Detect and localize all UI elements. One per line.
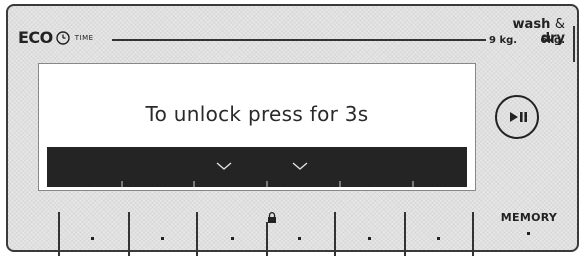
time-label: TIME bbox=[74, 33, 94, 42]
start-pause-button[interactable] bbox=[495, 95, 539, 139]
header-divider bbox=[112, 39, 486, 41]
option-button-1[interactable] bbox=[60, 212, 128, 256]
wash-label: wash bbox=[512, 17, 551, 32]
dry-capacity: 6kg. bbox=[540, 35, 565, 46]
header-edge-tick bbox=[573, 26, 575, 62]
memory-label: MEMORY bbox=[500, 211, 558, 224]
option-separator bbox=[472, 212, 474, 256]
option-dot bbox=[231, 237, 234, 240]
capacity-row: 9 kg. 6kg. bbox=[489, 35, 565, 46]
option-button-3[interactable] bbox=[198, 212, 266, 256]
ampersand: & bbox=[554, 17, 565, 32]
option-dot bbox=[368, 237, 371, 240]
unlock-message: To unlock press for 3s bbox=[145, 102, 369, 126]
clock-icon bbox=[56, 30, 70, 45]
wash-capacity: 9 kg. bbox=[489, 35, 518, 46]
option-dot bbox=[437, 237, 440, 240]
lock-icon bbox=[268, 212, 276, 223]
memory-button[interactable] bbox=[494, 224, 564, 256]
lcd-display: To unlock press for 3s bbox=[38, 63, 476, 191]
program-dial-strip[interactable] bbox=[47, 147, 467, 187]
option-button-6[interactable] bbox=[406, 212, 472, 256]
option-dot bbox=[161, 237, 164, 240]
option-button-4[interactable] bbox=[268, 212, 334, 256]
play-pause-icon bbox=[510, 112, 527, 122]
chevron-down-icon bbox=[292, 162, 308, 170]
option-button-2[interactable] bbox=[130, 212, 196, 256]
option-dot bbox=[298, 237, 301, 240]
appliance-control-panel: ECO TIME wash & dry 9 kg. 6kg. To unlock… bbox=[6, 4, 579, 256]
option-button-5[interactable] bbox=[336, 212, 404, 256]
eco-logo-text: ECO bbox=[18, 28, 53, 47]
option-dot bbox=[91, 237, 94, 240]
chevron-down-icon bbox=[216, 162, 232, 170]
memory-indicator-dot bbox=[527, 232, 530, 235]
dial-scale bbox=[121, 162, 414, 187]
brand-logo: ECO TIME bbox=[18, 28, 94, 47]
